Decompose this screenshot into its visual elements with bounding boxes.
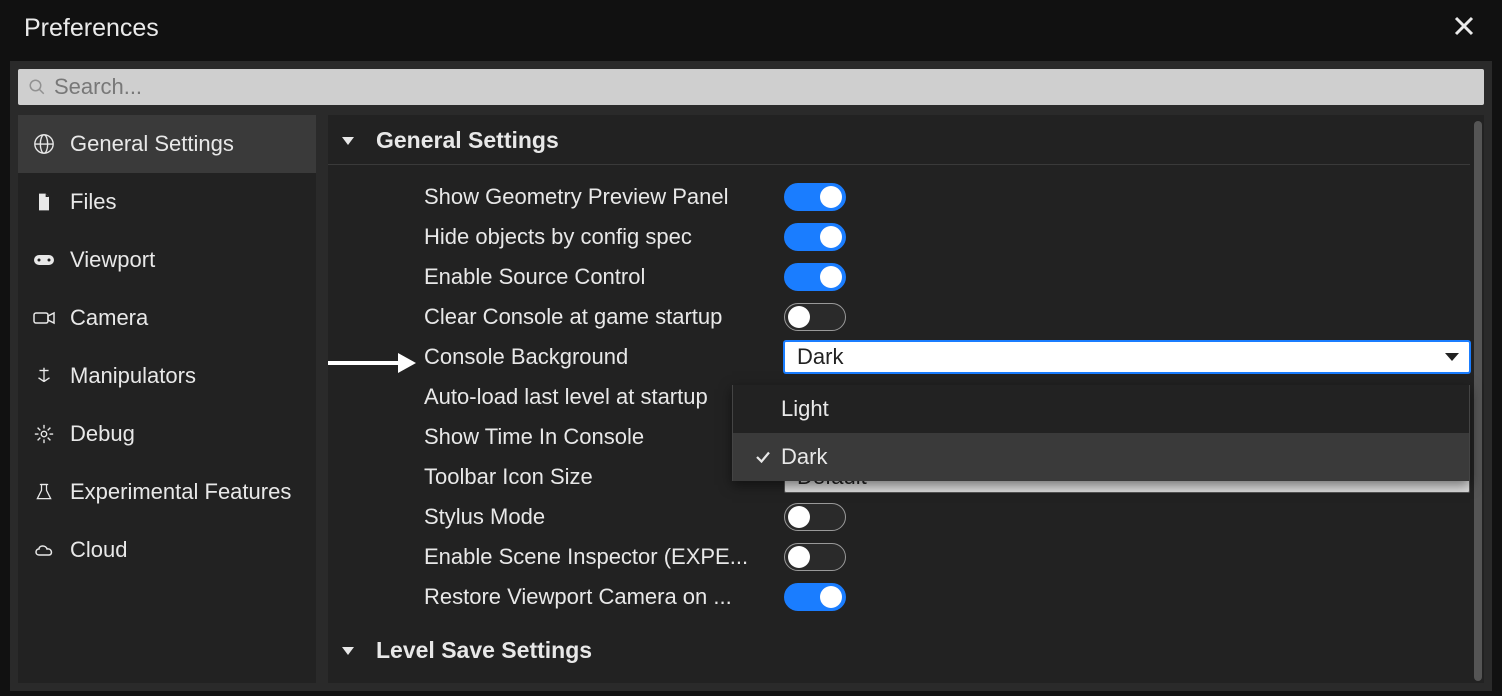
setting-stylus-mode: Stylus Mode [328,497,1470,537]
sidebar-item-debug[interactable]: Debug [18,405,316,463]
sidebar-item-label: Camera [70,305,148,331]
dropdown-option-dark[interactable]: Dark [732,433,1470,481]
dropdown-option-label: Light [781,396,829,422]
dropdown-console-background: Light Dark [732,385,1470,481]
setting-label: Console Background [424,344,784,370]
setting-label: Stylus Mode [424,504,784,530]
chevron-down-icon [1445,353,1459,361]
setting-console-background: Console Background Dark [328,337,1470,377]
setting-label: Clear Console at game startup [424,304,784,330]
sidebar-item-label: General Settings [70,131,234,157]
titlebar: Preferences [0,0,1502,61]
setting-label: Show Time In Console [424,424,784,450]
check-slot [745,448,781,466]
setting-label: Auto-load last level at startup [424,384,784,410]
toggle-enable-source-control[interactable] [784,263,846,291]
cloud-icon [32,538,56,562]
camera-icon [32,306,56,330]
toggle-clear-console-startup[interactable] [784,303,846,331]
close-button[interactable] [1448,14,1480,43]
dropdown-option-label: Dark [781,444,827,470]
search-icon [28,78,46,96]
toggle-hide-objects-config-spec[interactable] [784,223,846,251]
select-console-background[interactable]: Dark [784,341,1470,373]
toggle-show-geometry-preview[interactable] [784,183,846,211]
setting-label: Enable Source Control [424,264,784,290]
setting-restore-viewport-camera: Restore Viewport Camera on ... [328,577,1470,617]
checkmark-icon [754,448,772,466]
dropdown-option-light[interactable]: Light [732,385,1470,433]
setting-label: Show Geometry Preview Panel [424,184,784,210]
sidebar-item-manipulators[interactable]: Manipulators [18,347,316,405]
setting-label: Restore Viewport Camera on ... [424,584,784,610]
toggle-stylus-mode[interactable] [784,503,846,531]
scrollbar[interactable] [1474,121,1482,681]
section-title: Level Save Settings [376,637,592,664]
gear-icon [32,422,56,446]
setting-show-geometry-preview: Show Geometry Preview Panel [328,177,1470,217]
setting-clear-console-startup: Clear Console at game startup [328,297,1470,337]
content-area: General Settings Files Viewport Camera M… [10,61,1492,691]
sidebar-item-label: Viewport [70,247,155,273]
sidebar-item-files[interactable]: Files [18,173,316,231]
sidebar-item-label: Files [70,189,116,215]
sidebar-item-label: Cloud [70,537,127,563]
sidebar-item-camera[interactable]: Camera [18,289,316,347]
body-row: General Settings Files Viewport Camera M… [18,115,1484,683]
sidebar: General Settings Files Viewport Camera M… [18,115,316,683]
flask-icon [32,480,56,504]
toggle-restore-viewport-camera[interactable] [784,583,846,611]
sidebar-item-cloud[interactable]: Cloud [18,521,316,579]
section-title: General Settings [376,127,559,154]
main-panel: General Settings Show Geometry Preview P… [328,115,1484,683]
section-header-general[interactable]: General Settings [328,115,1470,165]
setting-enable-source-control: Enable Source Control [328,257,1470,297]
caret-down-icon [342,137,354,145]
setting-label: Toolbar Icon Size [424,464,784,490]
window-title: Preferences [24,14,159,43]
sidebar-item-general-settings[interactable]: General Settings [18,115,316,173]
search-input[interactable] [54,74,1474,100]
file-icon [32,190,56,214]
toggle-enable-scene-inspector[interactable] [784,543,846,571]
sidebar-item-label: Debug [70,421,135,447]
sidebar-item-viewport[interactable]: Viewport [18,231,316,289]
sidebar-item-experimental-features[interactable]: Experimental Features [18,463,316,521]
close-icon [1452,14,1476,38]
select-value: Dark [797,344,843,370]
sidebar-item-label: Manipulators [70,363,196,389]
sidebar-item-label: Experimental Features [70,479,291,505]
globe-icon [32,132,56,156]
controller-icon [32,248,56,272]
caret-down-icon [342,647,354,655]
section-header-level-save[interactable]: Level Save Settings [328,625,1470,674]
search-bar[interactable] [18,69,1484,105]
setting-label: Hide objects by config spec [424,224,784,250]
setting-enable-scene-inspector: Enable Scene Inspector (EXPE... [328,537,1470,577]
setting-hide-objects-config-spec: Hide objects by config spec [328,217,1470,257]
manipulator-icon [32,364,56,388]
setting-label: Enable Scene Inspector (EXPE... [424,544,784,570]
